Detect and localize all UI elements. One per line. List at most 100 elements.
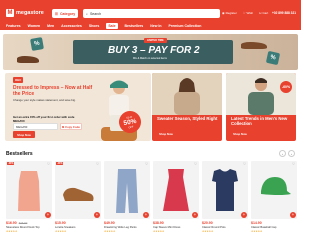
product-image[interactable]: ♡ + — [202, 161, 248, 219]
heart-icon: ♡ — [242, 11, 246, 15]
wishlist-heart-icon[interactable]: ♡ — [292, 162, 295, 166]
sweater-model-image — [152, 73, 222, 115]
nav-accessories[interactable]: Accessories — [61, 24, 82, 28]
promo-card-sweater[interactable]: Sweater Season, Styled Right Shop Now — [152, 73, 222, 141]
rating-stars-icon: ★★★★★ — [202, 230, 214, 233]
hero-subtitle: Mix & Match on selected items — [133, 57, 167, 60]
product-shape — [163, 169, 189, 211]
user-icon: ◉ — [222, 11, 225, 15]
rating-stars-icon: ★★★★★ — [153, 230, 165, 233]
logo-mark: M — [6, 9, 14, 17]
product-price: $20.90 — [202, 221, 213, 225]
product-name[interactable]: Loretta Sneakers — [55, 226, 101, 229]
badge-bottom: OFF — [128, 125, 134, 129]
promo-card-men[interactable]: -60% Latest Trends in Men's New Collecti… — [226, 73, 296, 141]
shoe-image — [17, 56, 39, 63]
product-image[interactable]: -20% ♡ + — [55, 161, 101, 219]
hero-banner[interactable]: % LIMITED TIME BUY 3 – PAY FOR 2 Mix & M… — [3, 34, 298, 70]
add-to-cart-button[interactable]: + — [143, 212, 149, 218]
add-to-cart-button[interactable]: + — [45, 212, 51, 218]
wishlist-heart-icon[interactable]: ♡ — [145, 162, 148, 166]
product-shape — [261, 177, 291, 195]
nav-bestsellers[interactable]: Bestsellers — [125, 24, 144, 28]
nav-shoes[interactable]: Shoes — [89, 24, 100, 28]
product-card[interactable]: ♡ + $14.90 Classic Baseball Cap ★★★★★ — [251, 161, 297, 233]
product-name[interactable]: Cap Sleeve Mini Dress — [153, 226, 199, 229]
logo[interactable]: M megastore — [6, 9, 44, 17]
product-name[interactable]: Sleeveless Round Neck Top — [6, 226, 52, 229]
sweater-title: Sweater Season, Styled Right — [157, 116, 218, 121]
discount-tag: -60% — [280, 81, 292, 93]
product-image[interactable]: -30% ♡ + — [6, 161, 52, 219]
product-card[interactable]: ♡ + $20.90 Classic Round Polo ★★★★★ — [202, 161, 248, 233]
search-input[interactable]: ⌕ Search — [83, 9, 220, 18]
wishlist-heart-icon[interactable]: ♡ — [194, 162, 197, 166]
copy-code-label: Copy Code — [65, 124, 80, 129]
nav-premium[interactable]: Premium Collection — [169, 24, 202, 28]
copy-icon: ⧉ — [62, 124, 65, 129]
shop-now-button[interactable]: Shop Now — [13, 131, 35, 138]
product-price-row: $14.90 — [251, 221, 297, 225]
wishlist-label: Wish — [246, 11, 254, 15]
product-shape — [18, 171, 40, 211]
add-to-cart-button[interactable]: + — [241, 212, 247, 218]
rating-stars-icon: ★★★★★ — [104, 230, 116, 233]
men-title: Latest Trends in Men's New Collection — [231, 116, 288, 126]
product-card[interactable]: -20% ♡ + $15.90 Loretta Sneakers ★★★★★ — [55, 161, 101, 233]
nav-sale[interactable]: Sale — [106, 22, 118, 29]
category-button[interactable]: ☰ Category — [52, 9, 78, 18]
product-price: $38.90 — [153, 221, 164, 225]
chevron-right-icon[interactable]: › — [288, 150, 295, 157]
bestsellers-title: Bestsellers — [6, 151, 33, 157]
cart-link[interactable]: ⊔ Cart — [259, 11, 268, 15]
sale-tag: -30% — [7, 162, 15, 165]
product-name[interactable]: Drawstring Wide Leg Pants — [104, 226, 150, 229]
product-name[interactable]: Classic Round Polo — [202, 226, 248, 229]
product-price: $14.90 — [251, 221, 262, 225]
promo-code-field[interactable]: MEGA50 — [13, 123, 58, 130]
wishlist-heart-icon[interactable]: ♡ — [243, 162, 246, 166]
product-price-row: $16.90 $26.90 — [6, 221, 52, 225]
add-to-cart-button[interactable]: + — [94, 212, 100, 218]
percent-badge-icon: % — [30, 37, 44, 51]
add-to-cart-button[interactable]: + — [290, 212, 296, 218]
product-image[interactable]: ♡ + — [251, 161, 297, 219]
shop-now-button[interactable]: Shop Now — [231, 131, 249, 137]
product-list: -30% ♡ + $16.90 $26.90 Sleeveless Round Neck … — [6, 161, 298, 233]
promo-title: Dressed to Impress – Now at Half the Pri… — [13, 85, 93, 97]
nav-new-in[interactable]: New In — [150, 24, 161, 28]
product-card[interactable]: ♡ + $49.90 Drawstring Wide Leg Pants ★★★★★ — [104, 161, 150, 233]
nav-features[interactable]: Features — [6, 24, 21, 28]
register-link[interactable]: ◉ Register — [222, 11, 237, 15]
hero-title: BUY 3 – PAY FOR 2 — [108, 45, 200, 56]
search-icon: ⌕ — [86, 11, 88, 16]
product-shape — [116, 169, 138, 213]
cart-icon: ⊔ — [259, 11, 262, 15]
product-price: $15.90 — [55, 221, 66, 225]
wishlist-link[interactable]: ♡ Wish — [243, 11, 253, 15]
rating-stars-icon: ★★★★★ — [55, 230, 67, 233]
nav-men[interactable]: Men — [47, 24, 54, 28]
shoe-image — [241, 42, 267, 49]
menu-icon: ☰ — [54, 11, 58, 16]
product-image[interactable]: ♡ + — [104, 161, 150, 219]
promo-code-label: Get an extra 15% off your first order wi… — [13, 115, 75, 123]
nav-women[interactable]: Women — [28, 24, 41, 28]
product-old-price: $26.90 — [18, 221, 28, 225]
product-card[interactable]: ♡ + $38.90 Cap Sleeve Mini Dress ★★★★★ — [153, 161, 199, 233]
product-price: $49.90 — [104, 221, 115, 225]
product-price-row: $15.90 — [55, 221, 101, 225]
copy-code-button[interactable]: ⧉ Copy Code — [60, 123, 82, 130]
add-to-cart-button[interactable]: + — [192, 212, 198, 218]
product-card[interactable]: -30% ♡ + $16.90 $26.90 Sleeveless Round Neck … — [6, 161, 52, 233]
shop-now-button[interactable]: Shop Now — [157, 131, 175, 137]
header-links: ◉ Register ♡ Wish ⊔ Cart — [222, 11, 268, 15]
main-nav: Features Women Men Accessories Shoes Sal… — [0, 21, 301, 30]
chevron-left-icon[interactable]: ‹ — [279, 150, 286, 157]
wishlist-heart-icon[interactable]: ♡ — [96, 162, 99, 166]
product-image[interactable]: ♡ + — [153, 161, 199, 219]
product-name[interactable]: Classic Baseball Cap — [251, 226, 297, 229]
sale-tag: -20% — [56, 162, 64, 165]
wishlist-heart-icon[interactable]: ♡ — [47, 162, 50, 166]
promo-tag: OHC — [13, 77, 24, 83]
